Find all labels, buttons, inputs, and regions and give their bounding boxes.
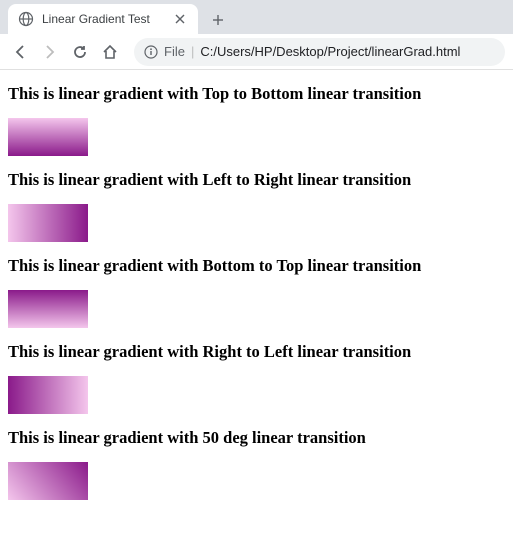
tab-title: Linear Gradient Test bbox=[42, 12, 172, 26]
heading-left-right: This is linear gradient with Left to Rig… bbox=[8, 170, 505, 190]
globe-icon bbox=[18, 11, 34, 27]
browser-chrome: Linear Gradient Test File | C:/User bbox=[0, 0, 513, 70]
url-bar[interactable]: File | C:/Users/HP/Desktop/Project/linea… bbox=[134, 38, 505, 66]
gradient-box-bottom-top bbox=[8, 290, 88, 328]
tab-bar: Linear Gradient Test bbox=[0, 0, 513, 34]
url-scheme-label: File bbox=[164, 44, 185, 59]
page-content: This is linear gradient with Top to Bott… bbox=[0, 70, 513, 516]
home-button[interactable] bbox=[98, 40, 122, 64]
browser-tab[interactable]: Linear Gradient Test bbox=[8, 4, 198, 34]
new-tab-button[interactable] bbox=[204, 6, 232, 34]
forward-button[interactable] bbox=[38, 40, 62, 64]
gradient-box-50deg bbox=[8, 462, 88, 500]
url-text: C:/Users/HP/Desktop/Project/linearGrad.h… bbox=[200, 44, 460, 59]
close-icon[interactable] bbox=[172, 11, 188, 27]
info-icon[interactable] bbox=[144, 45, 158, 59]
heading-right-left: This is linear gradient with Right to Le… bbox=[8, 342, 505, 362]
gradient-box-top-bottom bbox=[8, 118, 88, 156]
heading-50deg: This is linear gradient with 50 deg line… bbox=[8, 428, 505, 448]
browser-toolbar: File | C:/Users/HP/Desktop/Project/linea… bbox=[0, 34, 513, 70]
reload-button[interactable] bbox=[68, 40, 92, 64]
heading-bottom-top: This is linear gradient with Bottom to T… bbox=[8, 256, 505, 276]
back-button[interactable] bbox=[8, 40, 32, 64]
url-separator: | bbox=[191, 44, 194, 59]
heading-top-bottom: This is linear gradient with Top to Bott… bbox=[8, 84, 505, 104]
gradient-box-left-right bbox=[8, 204, 88, 242]
gradient-box-right-left bbox=[8, 376, 88, 414]
